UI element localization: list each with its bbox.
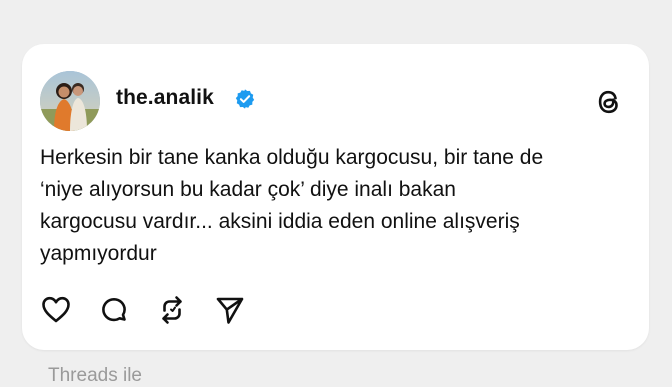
verified-badge-icon xyxy=(235,89,255,109)
post-text-line: yapmıyordur xyxy=(40,242,157,265)
heart-icon[interactable] xyxy=(40,294,72,326)
post-text-line: Herkesin bir tane kanka olduğu kargocusu… xyxy=(40,146,544,169)
repost-icon[interactable] xyxy=(156,294,188,326)
post-text: Herkesin bir tane kanka olduğu kargocusu… xyxy=(40,142,632,270)
avatar-photo xyxy=(40,71,100,131)
comment-bubble-icon[interactable] xyxy=(98,294,130,326)
threads-logo-icon[interactable] xyxy=(592,85,626,119)
threads-post-card: the.analik Herkesin bir tane kanka olduğ… xyxy=(22,44,649,350)
post-text-line: kargocusu vardır... aksini iddia eden on… xyxy=(40,210,520,233)
send-icon[interactable] xyxy=(214,294,246,326)
post-text-line: ‘niye alıyorsun bu kadar çok’ diye inalı… xyxy=(40,178,456,201)
username[interactable]: the.analik xyxy=(116,86,214,110)
avatar[interactable] xyxy=(40,71,100,131)
footer-caption: Threads ile xyxy=(48,365,142,386)
